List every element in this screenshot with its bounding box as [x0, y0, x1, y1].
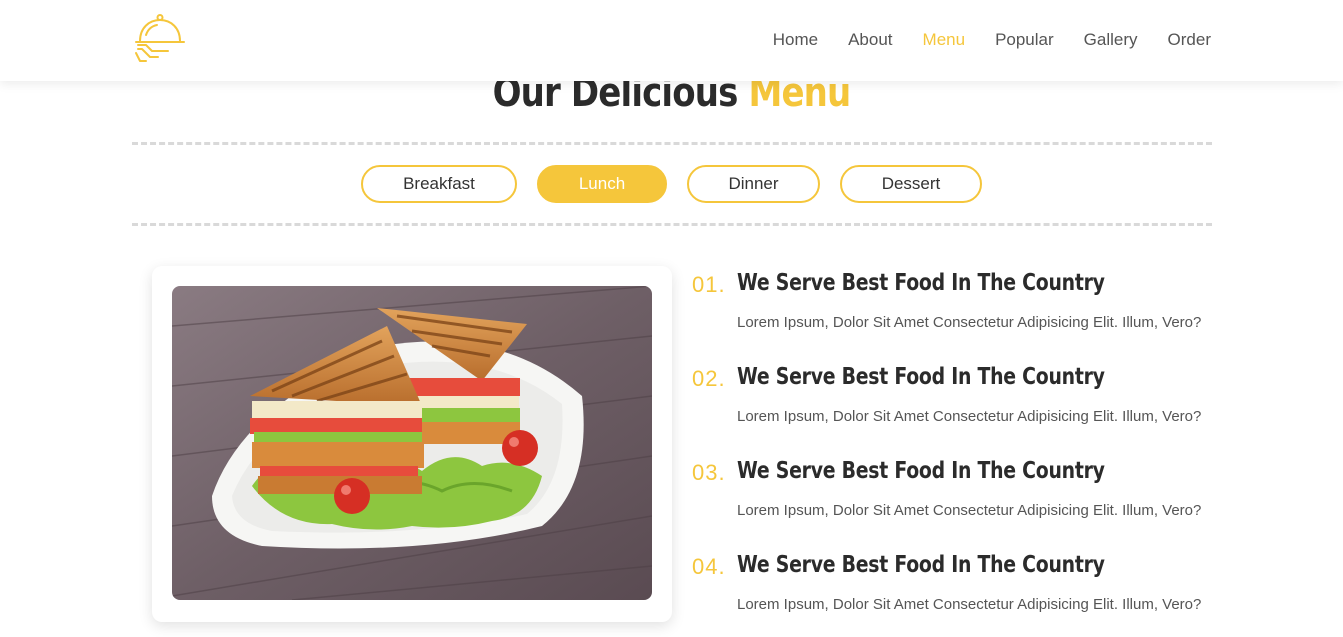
- tab-dinner[interactable]: Dinner: [687, 165, 820, 203]
- item-title: We Serve Best Food In The Country: [737, 552, 1105, 578]
- list-item: 04. We Serve Best Food In The Country Lo…: [692, 552, 1252, 637]
- dashed-divider-top: [132, 142, 1212, 145]
- item-number: 01.: [692, 272, 726, 297]
- item-number: 04.: [692, 554, 726, 579]
- item-title: We Serve Best Food In The Country: [737, 458, 1105, 484]
- item-title: We Serve Best Food In The Country: [737, 270, 1105, 296]
- menu-category-tabs: Breakfast Lunch Dinner Dessert: [361, 165, 982, 203]
- item-number: 03.: [692, 460, 726, 485]
- tab-dessert[interactable]: Dessert: [840, 165, 982, 203]
- list-item: 01. We Serve Best Food In The Country Lo…: [692, 270, 1252, 364]
- serving-cloche-icon[interactable]: [132, 13, 188, 63]
- nav-gallery[interactable]: Gallery: [1084, 30, 1138, 50]
- item-description: Lorem Ipsum, Dolor Sit Amet Consectetur …: [737, 408, 1202, 425]
- dashed-divider-bottom: [132, 223, 1212, 226]
- menu-image-card: [152, 266, 672, 622]
- nav-about[interactable]: About: [848, 30, 892, 50]
- club-sandwich-photo: [172, 286, 652, 600]
- nav-menu[interactable]: Menu: [923, 30, 966, 50]
- item-number: 02.: [692, 366, 726, 391]
- nav-home[interactable]: Home: [773, 30, 818, 50]
- item-description: Lorem Ipsum, Dolor Sit Amet Consectetur …: [737, 596, 1202, 613]
- list-item: 02. We Serve Best Food In The Country Lo…: [692, 364, 1252, 458]
- list-item: 03. We Serve Best Food In The Country Lo…: [692, 458, 1252, 552]
- item-title: We Serve Best Food In The Country: [737, 364, 1105, 390]
- item-description: Lorem Ipsum, Dolor Sit Amet Consectetur …: [737, 314, 1202, 331]
- tab-lunch[interactable]: Lunch: [537, 165, 667, 203]
- tab-breakfast[interactable]: Breakfast: [361, 165, 517, 203]
- nav-popular[interactable]: Popular: [995, 30, 1054, 50]
- site-header: Home About Menu Popular Gallery Order: [0, 0, 1343, 81]
- item-description: Lorem Ipsum, Dolor Sit Amet Consectetur …: [737, 502, 1202, 519]
- nav-order[interactable]: Order: [1168, 30, 1211, 50]
- main-nav: Home About Menu Popular Gallery Order: [773, 30, 1211, 50]
- menu-feature-list: 01. We Serve Best Food In The Country Lo…: [692, 270, 1252, 637]
